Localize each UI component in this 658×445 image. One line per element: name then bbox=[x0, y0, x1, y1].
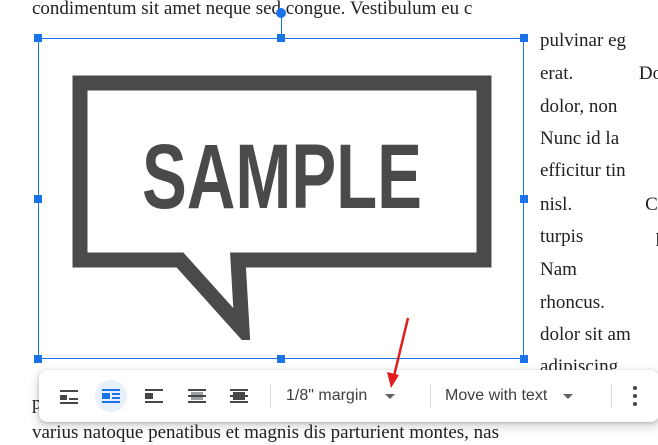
break-text-icon bbox=[145, 389, 163, 403]
rotate-handle[interactable] bbox=[276, 8, 286, 18]
inline-button[interactable] bbox=[53, 380, 85, 412]
toolbar-divider bbox=[430, 384, 431, 408]
in-front-of-text-icon bbox=[230, 389, 248, 403]
toolbar-divider bbox=[270, 384, 271, 408]
sample-speech-bubble-image: SAMPLE bbox=[72, 75, 492, 340]
inline-icon bbox=[60, 390, 78, 404]
right-text-word: Cras bbox=[645, 194, 658, 215]
right-text-word: dolor sit am bbox=[540, 324, 631, 345]
margin-dropdown[interactable]: 1/8" margin bbox=[286, 382, 396, 410]
right-text-word: Done bbox=[638, 63, 658, 84]
right-text-word: Nunc id la bbox=[540, 128, 620, 149]
resize-handle-se[interactable] bbox=[520, 355, 528, 363]
right-text-line: dolor, non bbox=[540, 96, 658, 118]
wrap-text-icon bbox=[102, 389, 120, 403]
right-text-word: dolor, non bbox=[540, 96, 618, 117]
chevron-down-icon bbox=[385, 393, 396, 399]
image-options-toolbar: 1/8" margin Move with text bbox=[39, 370, 658, 422]
chevron-down-icon bbox=[563, 393, 574, 399]
right-text-line: efficitur tin bbox=[540, 160, 658, 182]
position-dropdown[interactable]: Move with text bbox=[445, 382, 574, 410]
resize-handle-s[interactable] bbox=[277, 355, 285, 363]
break-text-button[interactable] bbox=[138, 380, 170, 412]
resize-handle-n[interactable] bbox=[277, 34, 285, 42]
sample-text: SAMPLE bbox=[142, 126, 422, 228]
resize-handle-w[interactable] bbox=[34, 195, 42, 203]
right-text-word: erat. bbox=[540, 63, 574, 84]
right-text-line: Namut bbox=[540, 259, 658, 281]
resize-handle-ne[interactable] bbox=[520, 34, 528, 42]
right-text-line: pulvinar eg bbox=[540, 30, 658, 52]
right-text-line: rhoncus.I bbox=[540, 292, 658, 314]
more-options-icon[interactable] bbox=[627, 384, 643, 408]
doc-text-line: varius natoque penatibus et magnis dis p… bbox=[32, 422, 499, 443]
right-text-line: turpispre bbox=[540, 226, 658, 248]
wrap-text-button[interactable] bbox=[95, 380, 127, 412]
right-text-word: Nam bbox=[540, 259, 577, 280]
toolbar-divider bbox=[611, 384, 612, 408]
margin-dropdown-label: 1/8" margin bbox=[286, 387, 368, 404]
resize-handle-e[interactable] bbox=[520, 195, 528, 203]
doc-text-line: condimentum sit amet neque sed congue. V… bbox=[32, 0, 473, 19]
right-text-word: pulvinar eg bbox=[540, 30, 627, 51]
right-text-line: erat. Done bbox=[540, 63, 658, 85]
right-text-line: dolor sit am bbox=[540, 324, 658, 346]
right-text-word: nisl. bbox=[540, 194, 573, 215]
behind-text-icon bbox=[188, 389, 206, 403]
position-dropdown-label: Move with text bbox=[445, 387, 548, 404]
right-text-line: Nunc id la bbox=[540, 128, 658, 150]
right-text-word: turpis bbox=[540, 226, 584, 247]
right-text-word: efficitur tin bbox=[540, 160, 626, 181]
resize-handle-nw[interactable] bbox=[34, 34, 42, 42]
behind-text-button[interactable] bbox=[181, 380, 213, 412]
resize-handle-sw[interactable] bbox=[34, 355, 42, 363]
right-text-word: rhoncus. bbox=[540, 292, 605, 313]
in-front-of-text-button[interactable] bbox=[223, 380, 255, 412]
right-text-line: nisl. Cras bbox=[540, 194, 658, 216]
